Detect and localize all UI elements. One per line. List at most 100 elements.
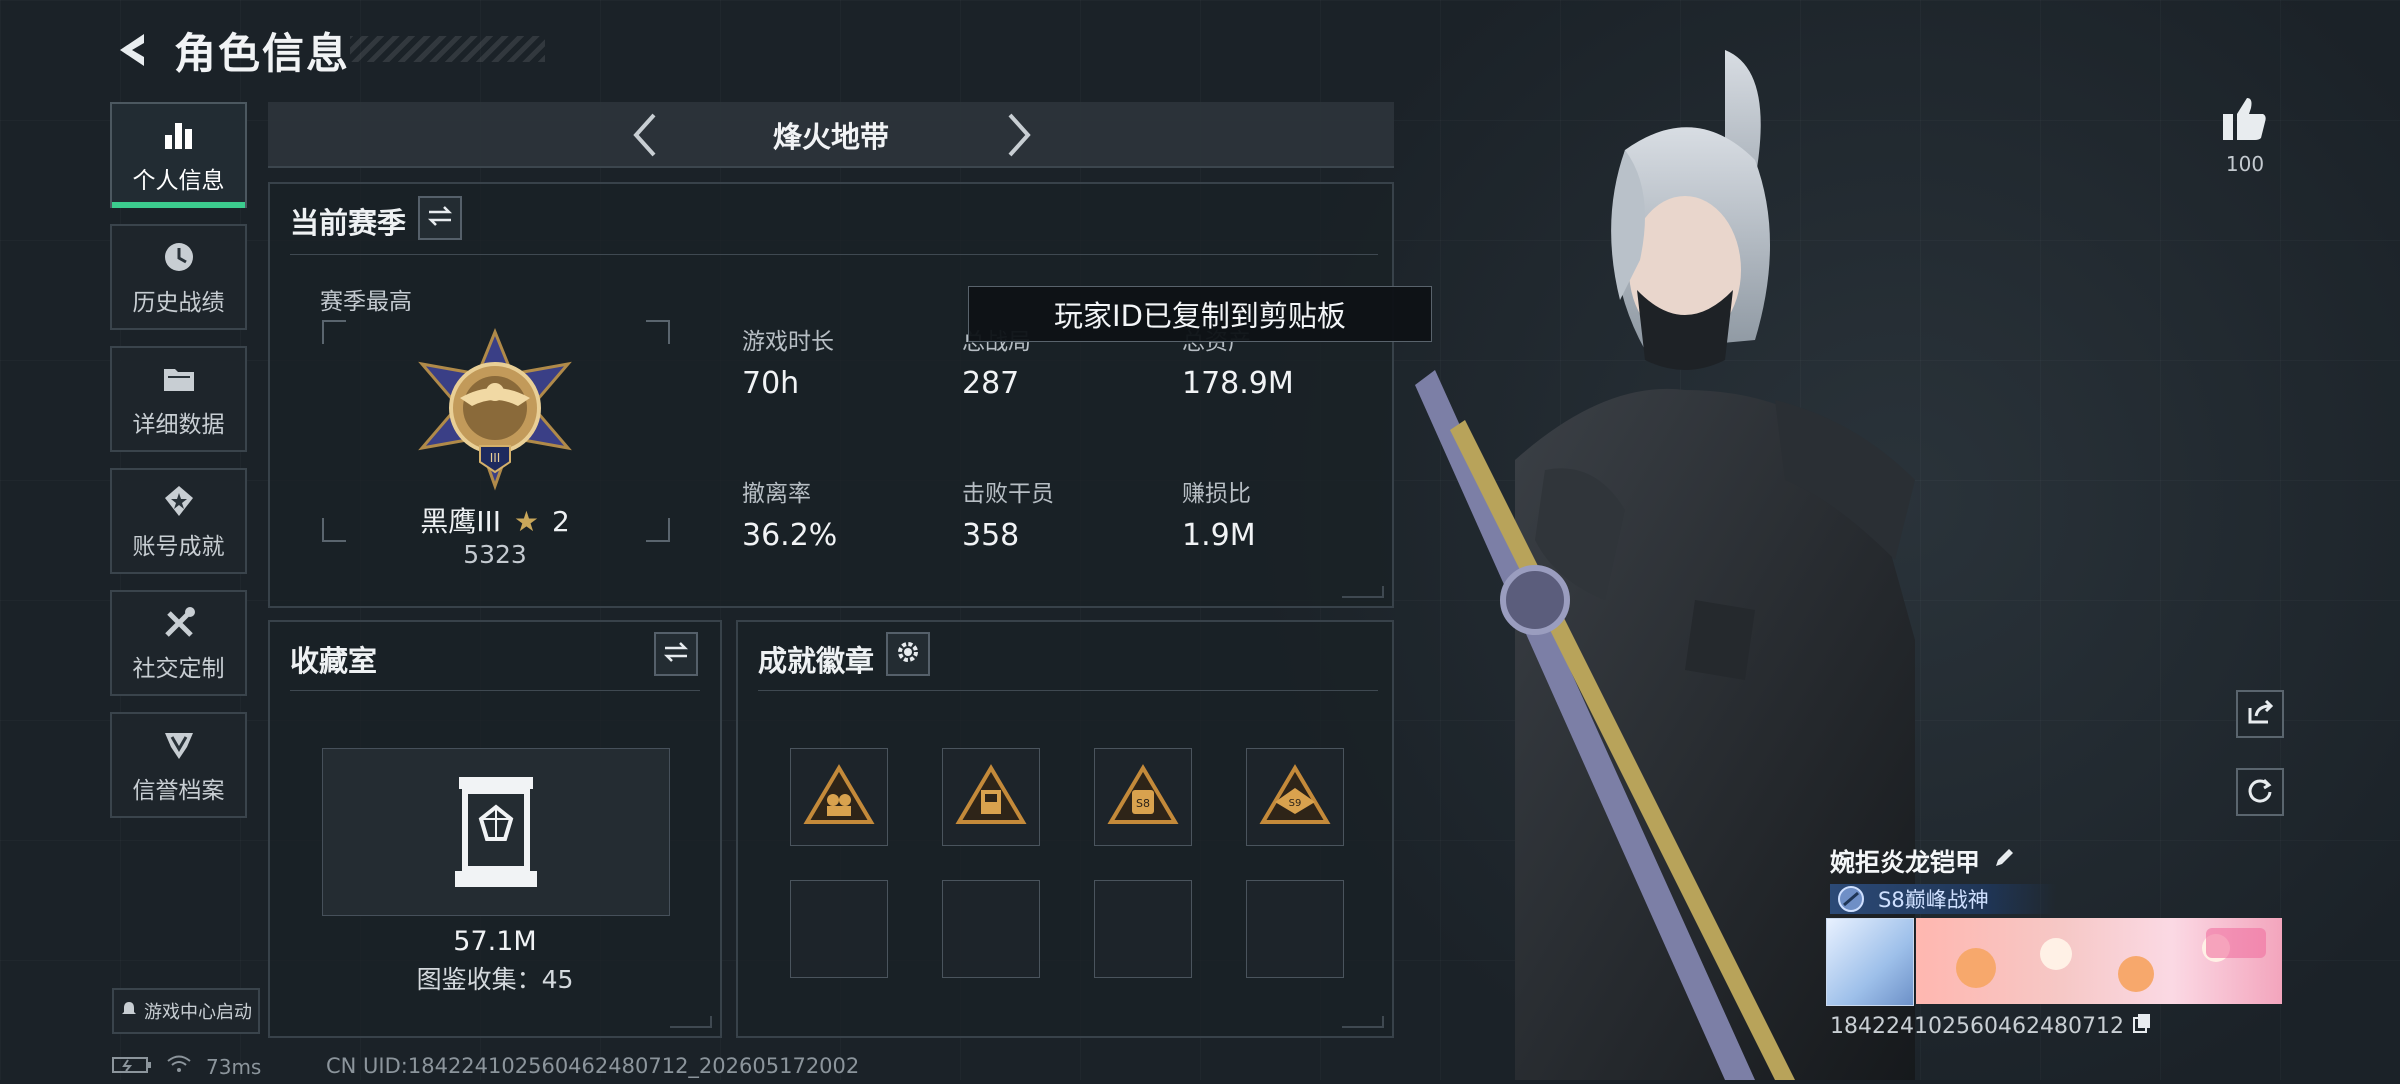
switch-season-button[interactable] <box>418 196 462 240</box>
stat-play-time: 游戏时长 70h <box>742 322 942 401</box>
badge-slot[interactable]: S9 <box>1246 748 1344 846</box>
badge-s4-icon <box>955 764 1027 830</box>
cn-uid: CN UID:184224102560462480712_20260517200… <box>326 1054 860 1078</box>
game-center-launch-button[interactable]: 游戏中心启动 <box>112 988 260 1034</box>
skin-name: 婉拒炎龙铠甲 <box>1830 848 1981 877</box>
thumbs-up-icon <box>2221 98 2269 146</box>
svg-text:S8: S8 <box>1136 797 1150 810</box>
nav-item-detailed-data[interactable]: 详细数据 <box>110 346 247 452</box>
title-emblem-icon <box>1836 885 1866 917</box>
page-header: 角色信息 <box>112 22 350 78</box>
nav-item-social[interactable]: 社交定制 <box>110 590 247 696</box>
corner-decoration <box>670 1016 712 1028</box>
copy-icon[interactable] <box>2132 1012 2152 1040</box>
badge-slot[interactable] <box>942 748 1040 846</box>
badge-slot[interactable] <box>790 748 888 846</box>
display-case-icon <box>453 775 539 895</box>
mode-selector: 烽火地带 <box>268 102 1394 168</box>
stat-value: 287 <box>962 366 1020 401</box>
corner-decoration <box>1342 586 1384 598</box>
back-arrow-icon[interactable] <box>112 28 152 72</box>
season-panel-title: 当前赛季 <box>290 206 407 240</box>
badge-slot-empty[interactable] <box>1246 880 1344 978</box>
avatar[interactable] <box>1826 918 1914 1006</box>
namecard-banner[interactable] <box>1916 918 2282 1004</box>
nav-item-achievements[interactable]: 账号成就 <box>110 468 247 574</box>
stat-value: 358 <box>962 518 1020 553</box>
stat-value: 70h <box>742 366 800 401</box>
swap-icon <box>663 641 689 667</box>
bell-icon <box>120 1000 138 1023</box>
stat-label: 游戏时长 <box>742 329 834 355</box>
like-button[interactable]: 100 <box>2210 96 2280 176</box>
rank-score: 5323 <box>463 540 527 569</box>
collection-panel-title: 收藏室 <box>290 644 378 678</box>
stat-label: 击败干员 <box>962 481 1054 507</box>
gear-icon <box>895 639 921 669</box>
stat-value: 36.2% <box>742 518 838 553</box>
stat-profit-loss-ratio: 赚损比 1.9M <box>1182 474 1382 553</box>
badge-squad-icon <box>803 764 875 830</box>
player-uid: 1842241025604624807​12 <box>1830 1013 2124 1039</box>
title-tag-text: S8巅峰战神 <box>1878 888 1989 912</box>
badge-slot-empty[interactable] <box>1094 880 1192 978</box>
nav-item-history[interactable]: 历史战绩 <box>110 224 247 330</box>
switch-collection-button[interactable] <box>654 632 698 676</box>
svg-text:III: III <box>490 451 501 465</box>
status-bar: 73ms <box>112 1054 261 1079</box>
collection-showcase[interactable] <box>322 748 670 916</box>
nav-label: 详细数据 <box>132 412 225 438</box>
refresh-icon <box>2246 776 2274 808</box>
badge-s8-icon: S8 <box>1107 764 1179 830</box>
stat-operators-defeated: 击败干员 358 <box>962 474 1162 553</box>
copied-toast: 玩家ID已复制到剪贴板 <box>968 286 1432 342</box>
history-icon <box>159 237 199 277</box>
corner-decoration <box>1342 1016 1384 1028</box>
achievement-icon <box>159 481 199 521</box>
rank-emblem-icon: III <box>400 326 590 500</box>
page-title: 角色信息 <box>174 28 351 78</box>
stat-label: 撤离率 <box>742 481 811 507</box>
rank-name-row: 黑鹰III ★ 2 <box>400 500 590 540</box>
launch-label: 游戏中心启动 <box>144 1002 252 1023</box>
stat-value: 1.9M <box>1182 518 1256 553</box>
chevron-right-icon[interactable] <box>994 108 1044 162</box>
divider <box>290 690 700 691</box>
badge-slot-empty[interactable] <box>942 880 1040 978</box>
collection-value: 57.1M <box>453 926 537 957</box>
ping: 73ms <box>206 1054 262 1079</box>
nav-label: 历史战绩 <box>132 290 225 316</box>
folder-icon <box>159 359 199 399</box>
nav-label: 个人信息 <box>132 168 225 194</box>
season-best-label: 赛季最高 <box>320 289 412 315</box>
wifi-icon <box>166 1054 192 1079</box>
share-icon <box>2246 698 2274 730</box>
nav-label: 社交定制 <box>132 656 225 682</box>
badge-s9-icon: S9 <box>1259 764 1331 830</box>
skin-name-row: 婉拒炎龙铠甲 <box>1830 843 2016 879</box>
star-icon: ★ <box>513 505 540 538</box>
tools-icon <box>159 603 199 643</box>
badges-panel-title: 成就徽章 <box>758 644 875 678</box>
player-uid-row[interactable]: 1842241025604624807​12 <box>1830 1012 2152 1040</box>
swap-icon <box>427 205 453 231</box>
edit-pencil-icon[interactable] <box>1992 846 2016 876</box>
badge-settings-button[interactable] <box>886 632 930 676</box>
rank-name: 黑鹰III <box>420 505 502 538</box>
divider <box>290 254 1378 255</box>
divider <box>758 690 1378 691</box>
stat-extraction-rate: 撤离率 36.2% <box>742 474 942 553</box>
bar-chart-icon <box>159 115 199 155</box>
badge-slot[interactable]: S8 <box>1094 748 1192 846</box>
nav-label: 信誉档案 <box>132 778 225 804</box>
svg-text:S9: S9 <box>1289 798 1302 809</box>
refresh-button[interactable] <box>2236 768 2284 816</box>
stat-value: 178.9M <box>1182 366 1294 401</box>
battery-icon <box>112 1055 152 1079</box>
badge-slot-empty[interactable] <box>790 880 888 978</box>
rank-stars: 2 <box>551 505 570 538</box>
nav-label: 账号成就 <box>132 534 225 560</box>
share-button[interactable] <box>2236 690 2284 738</box>
nav-item-reputation[interactable]: 信誉档案 <box>110 712 247 818</box>
nav-item-personal-info[interactable]: 个人信息 <box>110 102 247 208</box>
